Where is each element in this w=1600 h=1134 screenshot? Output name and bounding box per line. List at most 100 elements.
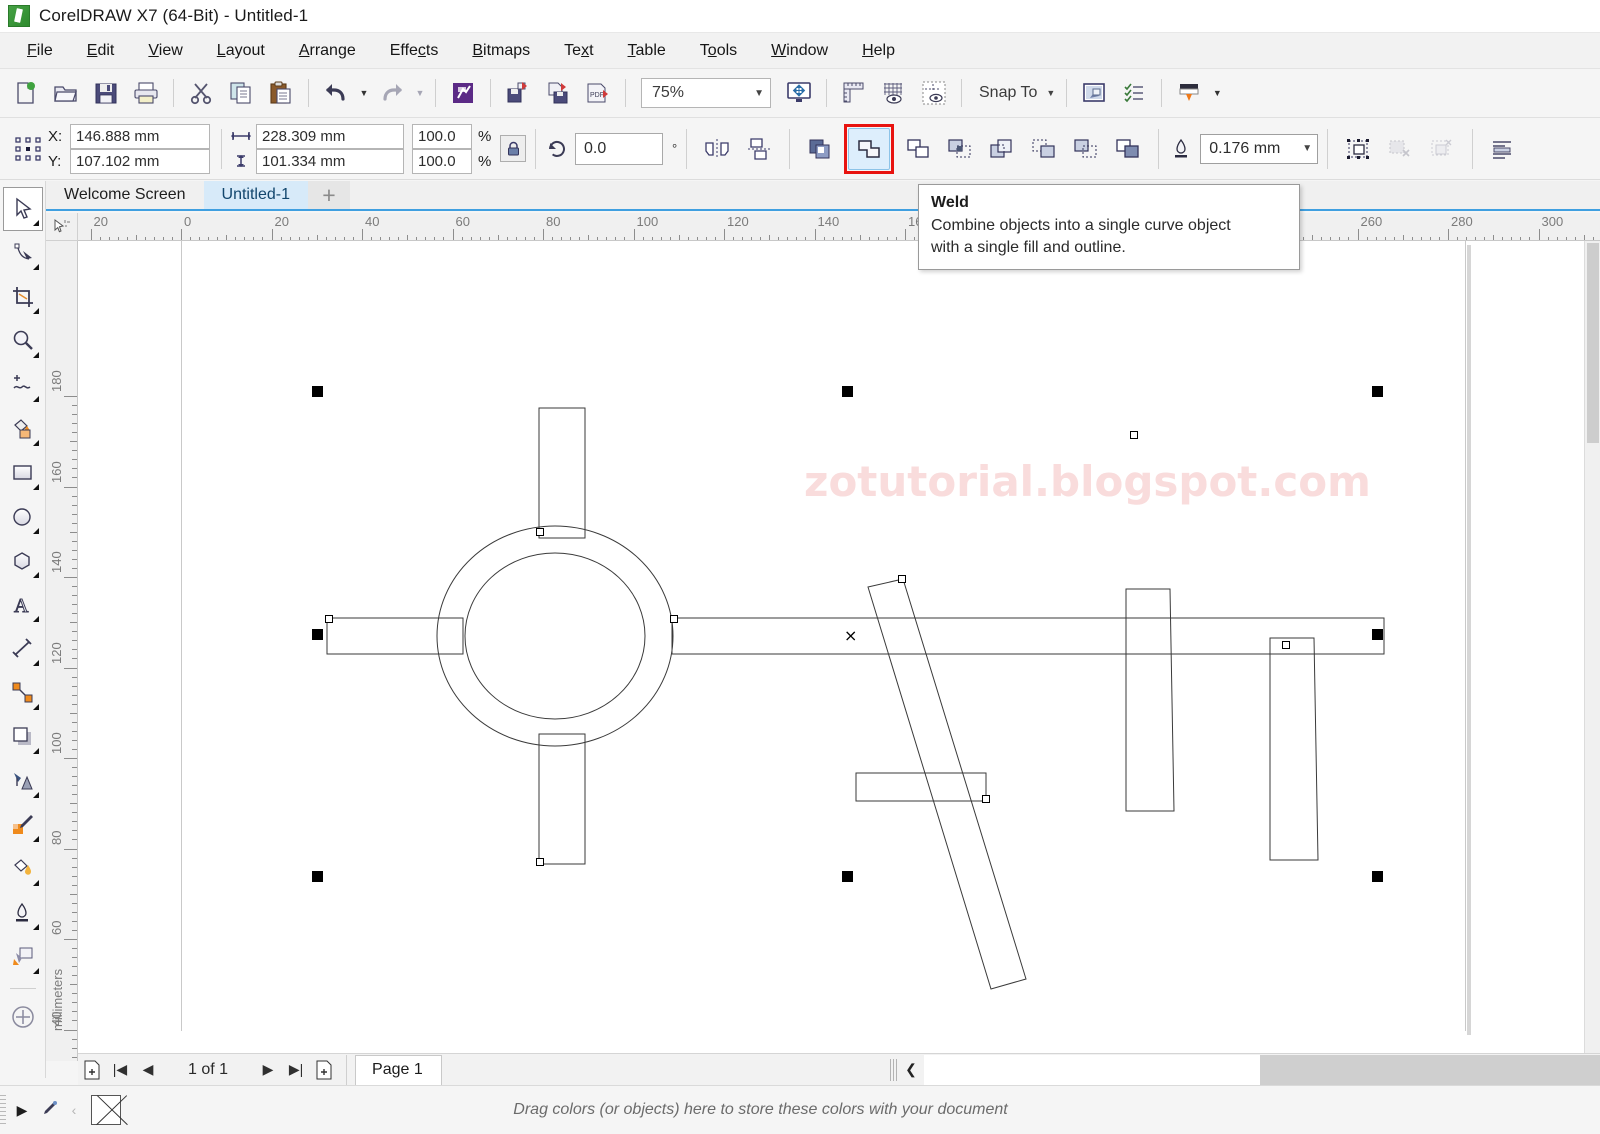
zoom-tool[interactable] <box>3 319 43 363</box>
selection-handle[interactable] <box>842 871 853 882</box>
redo-dropdown-icon[interactable]: ▼ <box>412 73 428 113</box>
object-node-marker[interactable] <box>325 615 333 623</box>
tab-untitled-1[interactable]: Untitled-1 <box>203 181 309 211</box>
snap-to-dropdown[interactable]: Snap To ▼ <box>969 73 1059 113</box>
scrollbar-thumb[interactable] <box>1260 1054 1600 1085</box>
drawing-canvas[interactable]: zotutorial.blogspot.com × <box>78 241 1600 1061</box>
lock-ratio-button[interactable] <box>500 135 526 162</box>
copy-icon[interactable] <box>221 73 261 113</box>
object-node-marker[interactable] <box>898 575 906 583</box>
vertical-scrollbar[interactable] <box>1584 241 1600 1061</box>
selection-handle[interactable] <box>1372 386 1383 397</box>
shadow-tool[interactable] <box>3 715 43 759</box>
menu-help[interactable]: Help <box>845 38 912 64</box>
cut-icon[interactable] <box>181 73 221 113</box>
intersect-button[interactable] <box>939 128 981 170</box>
no-color-swatch[interactable] <box>91 1095 121 1125</box>
freehand-tool[interactable] <box>3 363 43 407</box>
dimension-tool[interactable] <box>3 627 43 671</box>
selection-handle[interactable] <box>1372 871 1383 882</box>
page-tab-page-1[interactable]: Page 1 <box>355 1054 442 1085</box>
scale-x-input[interactable]: 100.0 <box>412 123 472 149</box>
menu-bitmaps[interactable]: Bitmaps <box>455 38 547 64</box>
ellipse-tool[interactable] <box>3 495 43 539</box>
scrollbar-track[interactable] <box>924 1054 1600 1085</box>
scrollbar-thumb[interactable] <box>1587 243 1599 443</box>
menu-arrange[interactable]: Arrange <box>282 38 373 64</box>
simplify-button[interactable] <box>981 128 1023 170</box>
palette-scroll-left-button[interactable]: ‹ <box>61 1095 87 1125</box>
horizontal-ruler[interactable]: 2002040608010012014016018020022024026028… <box>78 213 1600 241</box>
menu-tools[interactable]: Tools <box>683 38 754 64</box>
text-alignment-button[interactable] <box>1482 128 1524 170</box>
paste-icon[interactable] <box>261 73 301 113</box>
height-input[interactable]: 101.334 mm <box>256 148 404 174</box>
group-button[interactable] <box>799 128 841 170</box>
menu-layout[interactable]: Layout <box>200 38 282 64</box>
scrollbar-grip[interactable] <box>890 1058 898 1081</box>
shape-tool[interactable] <box>3 231 43 275</box>
wrap-paragraph-text-button[interactable] <box>1379 128 1421 170</box>
undo-icon[interactable] <box>316 73 356 113</box>
outline-width-combo[interactable]: 0.176 mm ▼ <box>1200 133 1319 164</box>
palette-grip[interactable] <box>0 1095 6 1125</box>
menu-text[interactable]: Text <box>547 38 610 64</box>
new-document-icon[interactable] <box>6 73 46 113</box>
object-node-marker[interactable] <box>536 858 544 866</box>
edit-bitmap-button[interactable] <box>1421 128 1463 170</box>
new-tab-button[interactable]: + <box>308 181 351 211</box>
scroll-left-button[interactable]: ❮ <box>898 1055 924 1085</box>
previous-page-button[interactable]: ◀ <box>134 1056 162 1084</box>
next-page-button[interactable]: ▶ <box>254 1056 282 1084</box>
object-node-marker[interactable] <box>670 615 678 623</box>
import-icon[interactable] <box>443 73 483 113</box>
show-guidelines-icon[interactable] <box>914 73 954 113</box>
convert-outline-to-object-button[interactable] <box>1337 128 1379 170</box>
connector-tool[interactable] <box>3 671 43 715</box>
polygon-tool[interactable] <box>3 539 43 583</box>
object-manager-icon[interactable] <box>1114 73 1154 113</box>
horizontal-scrollbar[interactable]: ❮ <box>888 1053 1600 1085</box>
rectangle-tool[interactable] <box>3 451 43 495</box>
selection-handle[interactable] <box>312 871 323 882</box>
redo-icon[interactable] <box>372 73 412 113</box>
menu-effects[interactable]: Effects <box>373 38 456 64</box>
save-document-icon[interactable] <box>86 73 126 113</box>
mirror-horizontal-button[interactable] <box>696 128 738 170</box>
selection-handle[interactable] <box>312 386 323 397</box>
selection-handle[interactable] <box>312 629 323 640</box>
front-minus-back-button[interactable] <box>1023 128 1065 170</box>
y-position-input[interactable]: 107.102 mm <box>70 148 210 174</box>
undo-dropdown-icon[interactable]: ▼ <box>356 73 372 113</box>
vertical-ruler[interactable]: 180 160 140 120 100 80 60 40 millimeters <box>46 241 78 1061</box>
selection-handle[interactable] <box>842 386 853 397</box>
add-page-start-button[interactable] <box>78 1056 106 1084</box>
menu-edit[interactable]: Edit <box>70 38 132 64</box>
fill-tool[interactable] <box>3 935 43 979</box>
ruler-origin-button[interactable] <box>46 213 78 241</box>
pick-tool[interactable] <box>2 187 43 231</box>
menu-window[interactable]: Window <box>754 38 845 64</box>
width-input[interactable]: 228.309 mm <box>256 123 404 149</box>
object-node-marker[interactable] <box>536 528 544 536</box>
palette-expand-button[interactable]: ▶ <box>9 1095 35 1125</box>
text-tool[interactable]: A <box>3 583 43 627</box>
smart-fill-tool[interactable] <box>3 407 43 451</box>
document-palette-icon[interactable] <box>1169 73 1209 113</box>
weld-button[interactable] <box>848 127 891 170</box>
export-icon[interactable] <box>498 73 538 113</box>
back-minus-front-button[interactable] <box>1065 128 1107 170</box>
quick-customize-tool[interactable] <box>3 995 43 1039</box>
last-page-button[interactable]: ▶| <box>282 1056 310 1084</box>
trim-button[interactable] <box>897 128 939 170</box>
create-boundary-button[interactable] <box>1107 128 1149 170</box>
publish-pdf-icon[interactable]: PDF <box>578 73 618 113</box>
outline-pen-tool[interactable] <box>3 891 43 935</box>
object-node-marker[interactable] <box>1130 431 1138 439</box>
show-grid-icon[interactable] <box>874 73 914 113</box>
menu-file[interactable]: File <box>10 38 70 64</box>
menu-table[interactable]: Table <box>611 38 683 64</box>
scale-y-input[interactable]: 100.0 <box>412 148 472 174</box>
show-rulers-icon[interactable] <box>834 73 874 113</box>
interactive-fill-tool[interactable] <box>3 847 43 891</box>
